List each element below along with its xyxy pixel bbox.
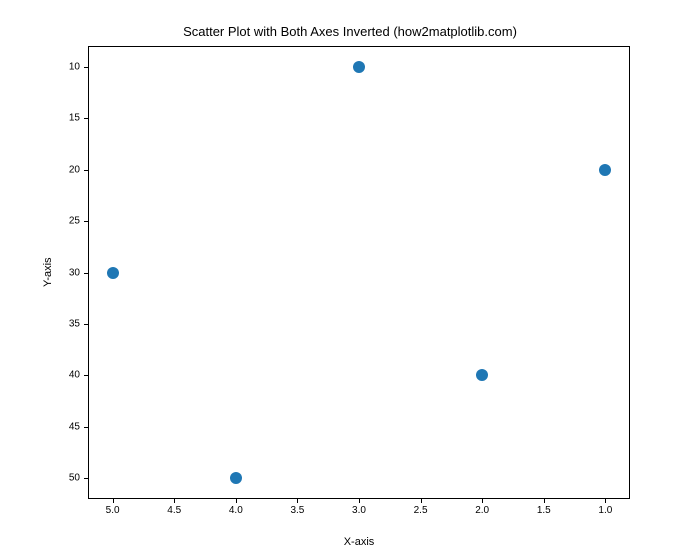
y-tick-mark [84, 427, 88, 428]
x-tick-label: 3.0 [352, 505, 366, 516]
scatter-point [230, 472, 242, 484]
x-tick-label: 4.0 [229, 505, 243, 516]
y-tick-mark [84, 67, 88, 68]
y-tick-label: 35 [69, 318, 80, 329]
y-axis-label: Y-axis [42, 46, 54, 499]
chart-container: Scatter Plot with Both Axes Inverted (ho… [0, 0, 700, 560]
scatter-point [107, 267, 119, 279]
y-tick-mark [84, 118, 88, 119]
chart-title: Scatter Plot with Both Axes Inverted (ho… [0, 24, 700, 39]
x-tick-mark [297, 499, 298, 503]
x-tick-label: 4.5 [167, 505, 181, 516]
x-tick-mark [174, 499, 175, 503]
y-tick-mark [84, 324, 88, 325]
y-tick-mark [84, 375, 88, 376]
x-tick-label: 1.0 [598, 505, 612, 516]
y-tick-label: 15 [69, 113, 80, 124]
x-axis-label: X-axis [88, 536, 630, 548]
y-tick-label: 45 [69, 421, 80, 432]
y-tick-mark [84, 221, 88, 222]
x-tick-mark [359, 499, 360, 503]
x-tick-mark [544, 499, 545, 503]
y-tick-mark [84, 478, 88, 479]
y-tick-label: 10 [69, 61, 80, 72]
scatter-point [353, 61, 365, 73]
x-tick-label: 2.5 [414, 505, 428, 516]
y-tick-mark [84, 273, 88, 274]
plot-area [88, 46, 630, 499]
y-tick-label: 25 [69, 216, 80, 227]
y-tick-mark [84, 170, 88, 171]
x-tick-mark [421, 499, 422, 503]
scatter-point [599, 164, 611, 176]
x-tick-mark [482, 499, 483, 503]
x-tick-label: 5.0 [106, 505, 120, 516]
y-tick-label: 30 [69, 267, 80, 278]
y-tick-label: 50 [69, 473, 80, 484]
x-tick-label: 2.0 [475, 505, 489, 516]
y-tick-label: 20 [69, 164, 80, 175]
x-tick-label: 3.5 [290, 505, 304, 516]
x-tick-label: 1.5 [537, 505, 551, 516]
scatter-point [476, 369, 488, 381]
x-tick-mark [113, 499, 114, 503]
x-tick-mark [605, 499, 606, 503]
y-tick-label: 40 [69, 370, 80, 381]
x-tick-mark [236, 499, 237, 503]
